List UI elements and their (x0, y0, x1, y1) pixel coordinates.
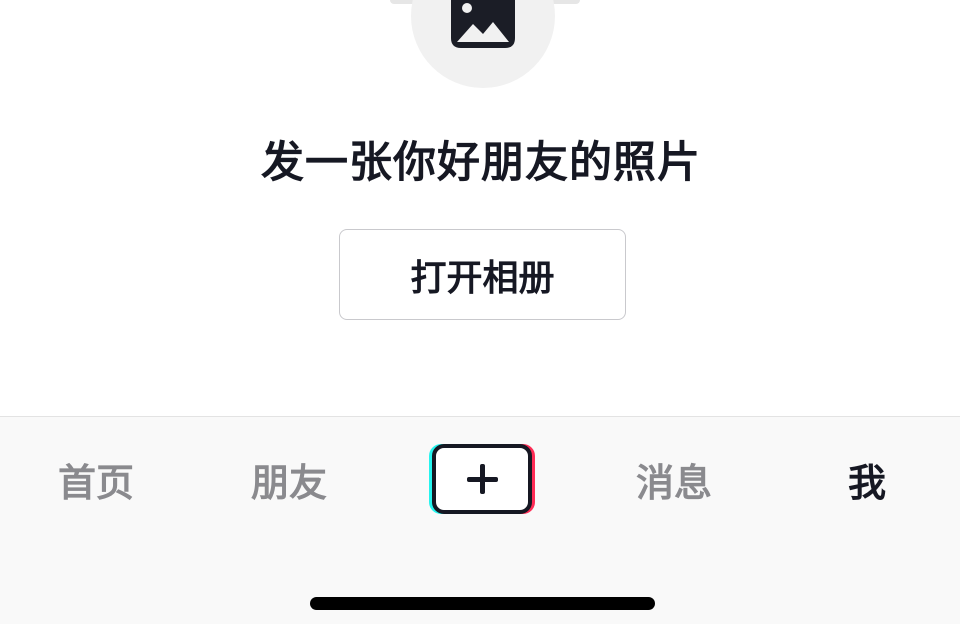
tab-friends[interactable]: 朋友 (224, 455, 354, 505)
tab-home[interactable]: 首页 (31, 455, 161, 505)
home-indicator[interactable] (310, 597, 655, 610)
open-album-button[interactable]: 打开相册 (339, 229, 626, 320)
bottom-tab-bar: 首页 朋友 消息 我 (0, 416, 960, 624)
prompt-text: 发一张你好朋友的照片 (261, 138, 701, 188)
tab-messages[interactable]: 消息 (609, 455, 739, 505)
tab-me[interactable]: 我 (802, 455, 932, 505)
screen: 发一张你好朋友的照片 打开相册 首页 朋友 消息 我 (0, 0, 960, 624)
create-button[interactable] (429, 443, 535, 516)
image-icon (451, 0, 515, 48)
